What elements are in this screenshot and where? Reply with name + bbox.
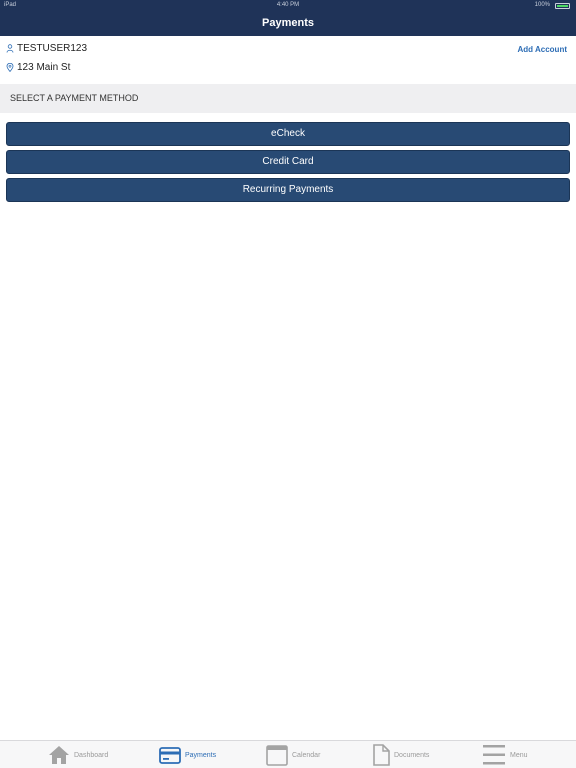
section-title: SELECT A PAYMENT METHOD <box>10 93 139 103</box>
battery-icon <box>555 3 570 9</box>
tab-calendar-label: Calendar <box>292 751 321 759</box>
person-icon <box>6 44 14 53</box>
account-username: TESTUSER123 <box>17 43 88 54</box>
echeck-button[interactable]: eCheck <box>6 122 570 146</box>
tab-calendar[interactable]: Calendar <box>266 741 320 768</box>
hamburger-menu-icon <box>483 745 505 765</box>
tab-payments[interactable]: Payments <box>159 741 216 768</box>
tab-dashboard-label: Dashboard <box>74 751 109 759</box>
credit-card-button[interactable]: Credit Card <box>6 150 570 174</box>
account-user-row: TESTUSER123 <box>6 43 87 54</box>
tab-menu-label: Menu <box>510 751 528 759</box>
tab-documents-label: Documents <box>394 751 430 759</box>
nav-bar: Payments <box>0 11 576 36</box>
home-icon <box>49 746 69 764</box>
status-bar: iPad 4:40 PM 100% <box>0 0 576 11</box>
tab-payments-label: Payments <box>185 751 217 759</box>
tab-menu[interactable]: Menu <box>482 741 528 768</box>
document-icon <box>373 744 390 766</box>
location-pin-icon <box>6 63 14 72</box>
tab-dashboard[interactable]: Dashboard <box>48 741 108 768</box>
page-title: Payments <box>262 17 314 29</box>
clock: 4:40 PM <box>276 2 300 8</box>
add-account-link[interactable]: Add Account <box>518 45 567 54</box>
tab-documents[interactable]: Documents <box>372 741 429 768</box>
account-summary: TESTUSER123 123 Main St Add Account <box>0 36 576 84</box>
calendar-icon <box>266 745 288 766</box>
account-address-row: 123 Main St <box>6 62 70 73</box>
battery-percent: 100% <box>534 2 550 8</box>
section-header: SELECT A PAYMENT METHOD <box>0 84 576 113</box>
tab-bar: Dashboard Payments Calendar Documents Me… <box>0 740 576 768</box>
credit-card-icon <box>159 746 181 764</box>
recurring-payments-button[interactable]: Recurring Payments <box>6 178 570 202</box>
account-address: 123 Main St <box>17 62 71 73</box>
